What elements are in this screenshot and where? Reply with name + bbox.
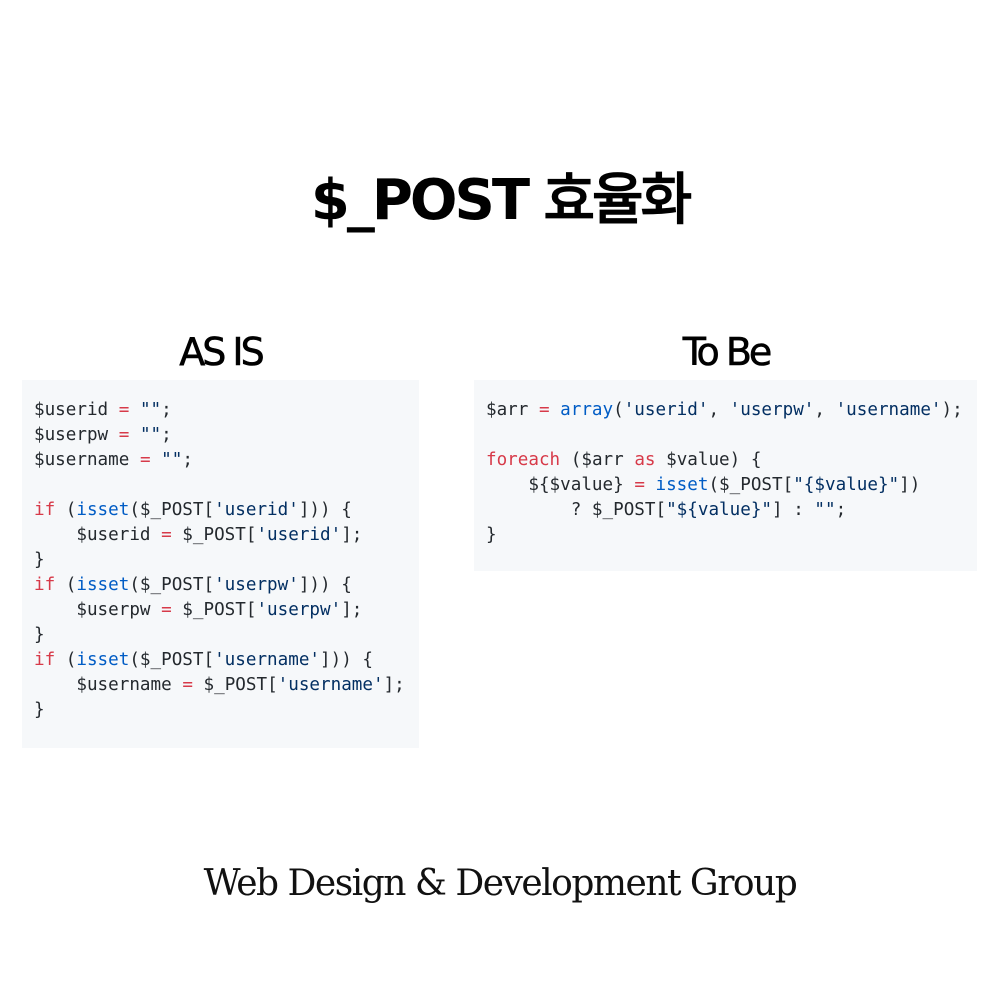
as-is-code-line: $userpw = "";: [34, 425, 172, 445]
as-is-code-line: $username = $_POST['username'];: [34, 675, 405, 695]
as-is-code-line: if (isset($_POST['userpw'])) {: [34, 575, 352, 595]
as-is-code-line: [34, 473, 419, 498]
as-is-code-line: }: [34, 550, 45, 570]
as-is-code-line: }: [34, 700, 45, 720]
as-is-heading: AS IS: [179, 330, 265, 375]
to-be-code-line: ${$value} = isset($_POST["{$value}"]): [486, 475, 921, 495]
as-is-code-line: if (isset($_POST['username'])) {: [34, 650, 373, 670]
as-is-code-line: $username = "";: [34, 450, 193, 470]
as-is-code-line: $userpw = $_POST['userpw'];: [34, 600, 363, 620]
as-is-code-block: $userid = ""; $userpw = ""; $username = ""…: [22, 380, 419, 748]
as-is-code-line: $userid = "";: [34, 400, 172, 420]
to-be-code-line: $arr = array('userid', 'userpw', 'userna…: [486, 400, 963, 420]
to-be-code-block: $arr = array('userid', 'userpw', 'userna…: [474, 380, 977, 571]
to-be-heading: To Be: [682, 330, 772, 375]
to-be-code-line: foreach ($arr as $value) {: [486, 450, 762, 470]
to-be-code-line: ? $_POST["${value}"] : "";: [486, 500, 847, 520]
to-be-code-line: [486, 423, 977, 448]
as-is-code-line: }: [34, 625, 45, 645]
page-title: $_POST 효율화: [310, 168, 692, 233]
to-be-code-line: }: [486, 525, 497, 545]
as-is-code-line: if (isset($_POST['userid'])) {: [34, 500, 352, 520]
footer-text: Web Design & Development Group: [203, 863, 798, 904]
as-is-code-line: $userid = $_POST['userid'];: [34, 525, 363, 545]
